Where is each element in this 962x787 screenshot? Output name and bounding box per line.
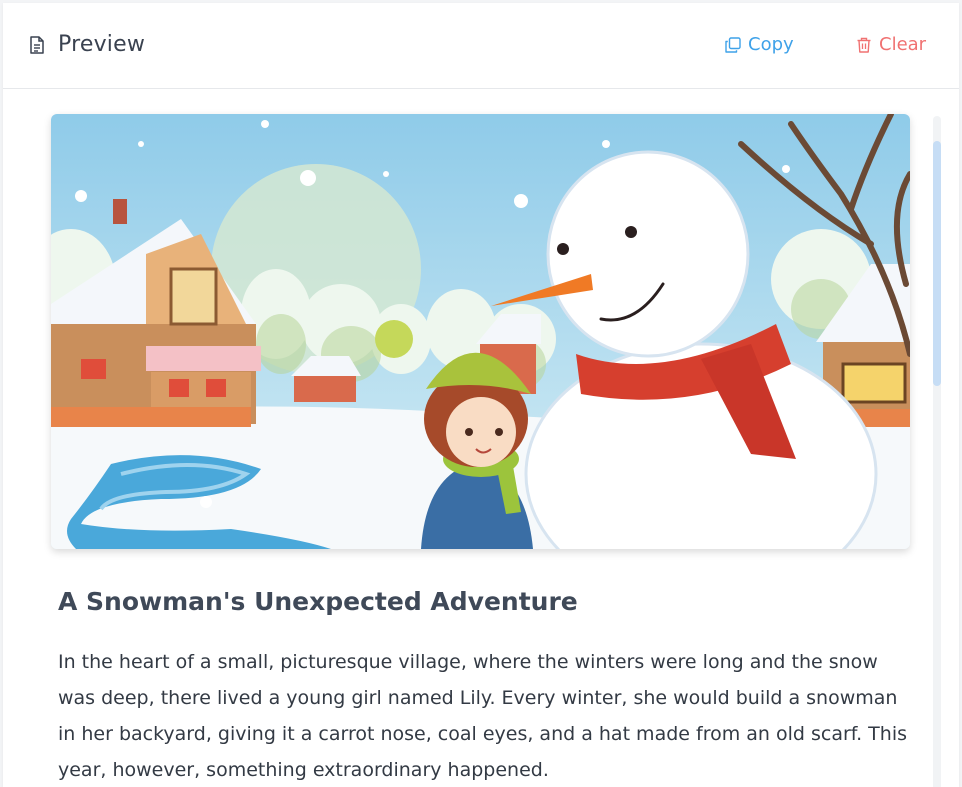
story-illustration <box>51 114 910 549</box>
copy-icon <box>725 36 741 53</box>
preview-header: Preview Copy Clear <box>3 3 959 89</box>
copy-button[interactable]: Copy <box>725 34 794 55</box>
document-icon <box>29 35 45 54</box>
title-wrap: Preview <box>29 32 145 57</box>
preview-panel: Preview Copy Clear A Snowman's Unexpecte… <box>3 3 959 787</box>
story-body: In the heart of a small, picturesque vil… <box>58 651 907 781</box>
story-title: A Snowman's Unexpected Adventure <box>58 587 578 616</box>
trash-icon <box>856 37 872 53</box>
scrollbar-track[interactable] <box>933 116 941 787</box>
page-title: Preview <box>58 32 146 57</box>
preview-content: A Snowman's Unexpected Adventure In the … <box>3 89 941 787</box>
clear-button[interactable]: Clear <box>856 34 926 55</box>
clear-label: Clear <box>879 34 927 55</box>
copy-label: Copy <box>748 34 794 55</box>
scrollbar-thumb[interactable] <box>933 141 941 386</box>
